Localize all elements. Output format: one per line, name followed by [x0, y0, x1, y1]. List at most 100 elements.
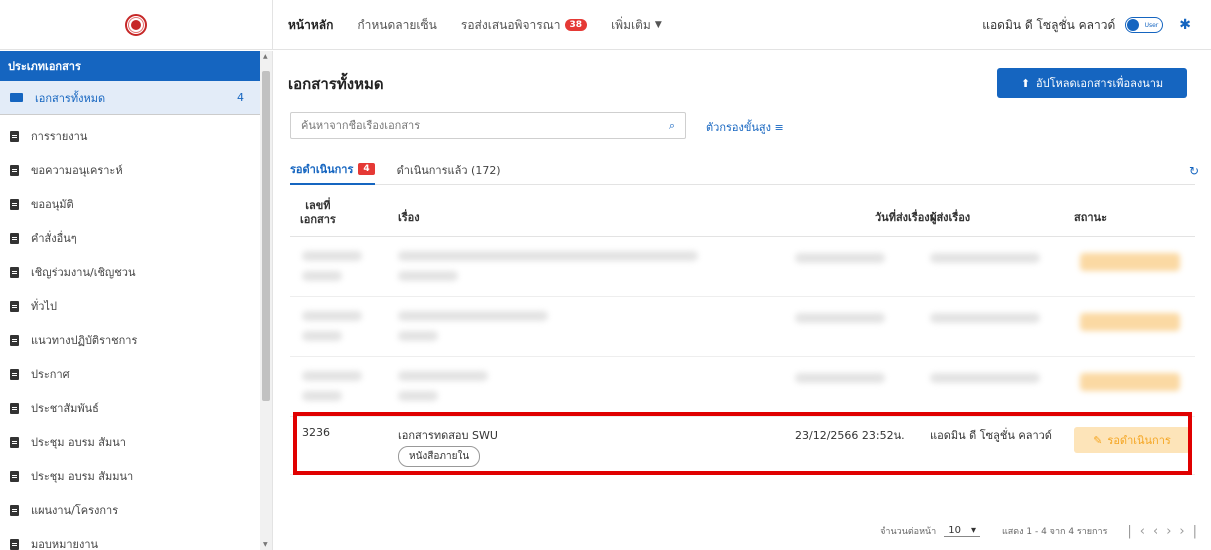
sidebar-item[interactable]: การรายงาน	[0, 119, 272, 153]
sidebar-list: การรายงานขอความอนุเคราะห์ขออนุมัติคำสั่ง…	[0, 119, 272, 550]
sidebar-item[interactable]: คำสั่งอื่นๆ	[0, 221, 272, 255]
role-toggle[interactable]: User	[1125, 17, 1164, 33]
pagination: จำนวนต่อหน้า 10 ▾ แสดง 1 - 4 จาก 4 รายการ…	[880, 521, 1211, 541]
row-subject[interactable]: เอกสารทดสอบ SWU	[398, 426, 498, 444]
sidebar-item-label: ทั่วไป	[31, 300, 57, 313]
folder-icon	[10, 93, 23, 102]
table-row[interactable]: 3236 เอกสารทดสอบ SWU หนังสือภายใน 23/12/…	[290, 417, 1195, 475]
upload-icon: ⬆	[1020, 76, 1031, 90]
caret-down-icon: ▾	[970, 525, 976, 536]
document-icon	[10, 470, 19, 482]
sidebar-item[interactable]: มอบหมายงาน	[0, 527, 272, 550]
sidebar-item[interactable]: แผนงาน/โครงการ	[0, 493, 272, 527]
role-toggle-label: User	[1144, 21, 1159, 29]
filter-icon: ≡	[774, 121, 784, 134]
row-sent-date: 23/12/2566 23:52น.	[795, 429, 905, 442]
page-range: แสดง 1 - 4 จาก 4 รายการ	[1002, 527, 1108, 537]
sidebar-item[interactable]: แนวทางปฏิบัติราชการ	[0, 323, 272, 357]
next-page-icon[interactable]: ›	[1166, 524, 1179, 539]
sidebar-item-label: ขอความอนุเคราะห์	[31, 164, 123, 177]
nav-home[interactable]: หน้าหลัก	[288, 16, 333, 35]
scroll-up-icon[interactable]: ▲	[263, 53, 268, 60]
nav-home-label: หน้าหลัก	[288, 17, 334, 32]
sidebar-item-all[interactable]: เอกสารทั้งหมด 4	[0, 81, 272, 115]
document-icon	[10, 334, 19, 346]
sidebar-item-label: แนวทางปฏิบัติราชการ	[31, 334, 138, 347]
sidebar-scrollbar[interactable]: ▲ ▼	[260, 51, 272, 550]
pending-count-badge: 38	[564, 19, 588, 31]
document-icon	[10, 130, 19, 142]
upload-button-label: อัปโหลดเอกสารเพื่อลงนาม	[1036, 77, 1164, 90]
logo	[125, 14, 147, 36]
logo-area[interactable]	[0, 0, 273, 50]
sidebar-item-label: การรายงาน	[31, 130, 88, 143]
sidebar-item[interactable]: ประชุม อบรม สัมนา	[0, 425, 272, 459]
main-nav: หน้าหลัก กำหนดลายเซ็น รอส่งเสนอพิจารณา 38…	[288, 0, 662, 50]
first-page-icon[interactable]: |‹	[1127, 524, 1153, 539]
sidebar-item-label: ประกาศ	[31, 368, 70, 381]
sidebar-item-count: 4	[237, 91, 244, 104]
sidebar-item-label: คำสั่งอื่นๆ	[31, 232, 77, 245]
caret-down-icon: ▼	[654, 20, 662, 30]
sidebar-item[interactable]: ทั่วไป	[0, 289, 272, 323]
sidebar-item-label: เชิญร่วมงาน/เชิญชวน	[31, 266, 136, 279]
sidebar-item-label: ประชาสัมพันธ์	[31, 402, 99, 415]
table-row-blurred	[290, 359, 1195, 417]
sidebar-item[interactable]: ประชาสัมพันธ์	[0, 391, 272, 425]
per-page-select[interactable]: 10 ▾	[944, 525, 980, 537]
upload-button[interactable]: ⬆ อัปโหลดเอกสารเพื่อลงนาม	[997, 68, 1187, 98]
scroll-thumb[interactable]	[262, 71, 270, 401]
col-doc-no: เลขที่ เอกสาร	[300, 199, 336, 227]
tab-done[interactable]: ดำเนินการแล้ว (172)	[397, 155, 501, 185]
nav-signature[interactable]: กำหนดลายเซ็น	[357, 16, 436, 35]
nav-signature-label: กำหนดลายเซ็น	[357, 17, 437, 32]
sidebar-item-label: มอบหมายงาน	[31, 538, 99, 550]
document-icon	[10, 402, 19, 414]
nav-pending[interactable]: รอส่งเสนอพิจารณา 38	[460, 16, 588, 35]
per-page-value: 10	[948, 525, 961, 536]
pager-nav[interactable]: |‹‹››|	[1127, 524, 1205, 539]
sidebar-item[interactable]: เชิญร่วมงาน/เชิญชวน	[0, 255, 272, 289]
nav-more[interactable]: เพิ่มเติม ▼	[611, 16, 662, 35]
row-status-button[interactable]: ✎ รอดำเนินการ	[1074, 427, 1190, 453]
table-row-blurred	[290, 239, 1195, 297]
tab-pending-badge: 4	[358, 163, 375, 175]
sidebar-item-label: แผนงาน/โครงการ	[31, 504, 119, 517]
sidebar-item[interactable]: ประกาศ	[0, 357, 272, 391]
last-page-icon[interactable]: ›|	[1179, 524, 1205, 539]
row-doc-type-chip: หนังสือภายใน	[398, 446, 481, 467]
document-icon	[10, 538, 19, 550]
sidebar-item[interactable]: ขออนุมัติ	[0, 187, 272, 221]
document-icon	[10, 198, 19, 210]
col-status: สถานะ	[1074, 211, 1107, 224]
sidebar-item[interactable]: ประชุม อบรม สัมมนา	[0, 459, 272, 493]
document-icon	[10, 164, 19, 176]
search-box: ⌕	[290, 112, 686, 139]
table-header: เลขที่ เอกสาร เรื่อง วันที่ส่งเรื่องมา ผู…	[290, 189, 1195, 237]
advanced-filter-link[interactable]: ตัวกรองขั้นสูง ≡	[706, 118, 784, 136]
gear-icon[interactable]: ✱	[1179, 17, 1191, 33]
search-icon[interactable]: ⌕	[669, 119, 675, 133]
document-icon	[10, 504, 19, 516]
tab-pending[interactable]: รอดำเนินการ 4	[290, 155, 375, 185]
sidebar-title: ประเภทเอกสาร	[0, 51, 272, 81]
nav-pending-label: รอส่งเสนอพิจารณา	[460, 17, 561, 32]
sidebar-item-label: เอกสารทั้งหมด	[35, 91, 106, 105]
col-subject: เรื่อง	[398, 211, 420, 224]
sidebar: ประเภทเอกสาร เอกสารทั้งหมด 4 การรายงานขอ…	[0, 51, 273, 550]
sidebar-item[interactable]: ขอความอนุเคราะห์	[0, 153, 272, 187]
col-doc-no-line2: เอกสาร	[300, 213, 336, 226]
prev-page-icon[interactable]: ‹	[1153, 524, 1166, 539]
top-bar: หน้าหลัก กำหนดลายเซ็น รอส่งเสนอพิจารณา 38…	[0, 0, 1211, 50]
search-input[interactable]	[301, 119, 669, 132]
main-content: เอกสารทั้งหมด ⬆ อัปโหลดเอกสารเพื่อลงนาม ⌕…	[274, 51, 1211, 550]
refresh-icon[interactable]: ↻	[1189, 164, 1199, 178]
document-icon	[10, 436, 19, 448]
col-sender: ผู้ส่งเรื่อง	[930, 211, 971, 224]
table-row-blurred	[290, 299, 1195, 357]
sidebar-item-label: ประชุม อบรม สัมมนา	[31, 470, 134, 483]
scroll-down-icon[interactable]: ▼	[263, 541, 268, 548]
document-icon	[10, 266, 19, 278]
user-name[interactable]: แอดมิน ดี โซลูชั่น คลาวด์	[982, 16, 1115, 35]
tab-pending-label: รอดำเนินการ	[290, 163, 354, 176]
